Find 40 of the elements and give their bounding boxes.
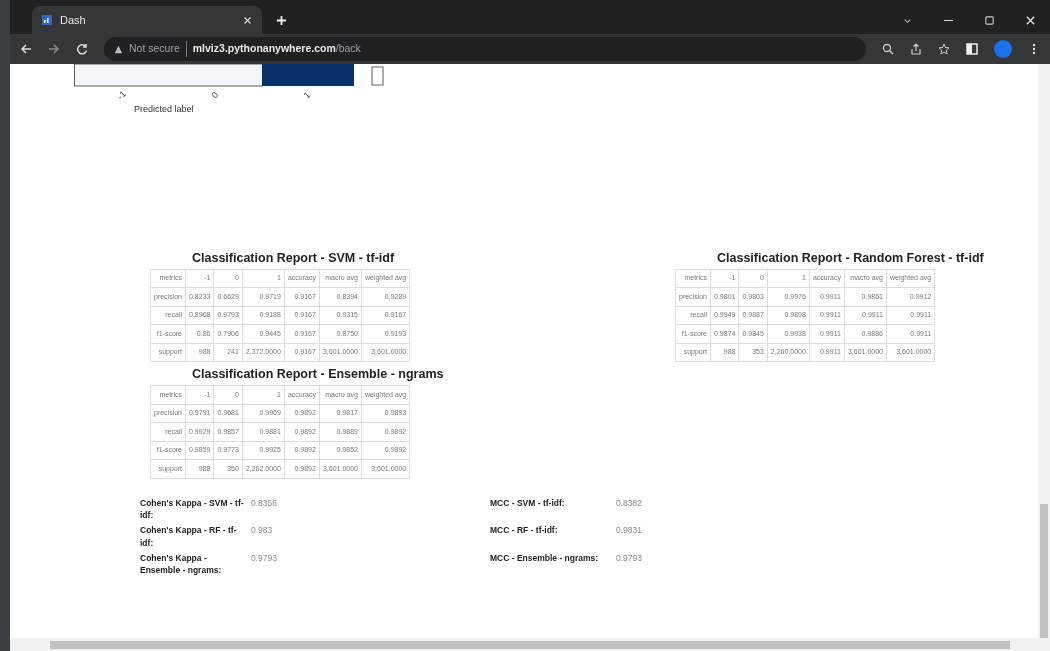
metric-value: 0.8356 — [250, 496, 278, 510]
horizontal-scrollbar[interactable] — [10, 638, 1050, 651]
metric-value: 0.9793 — [250, 551, 278, 565]
address-bar[interactable]: Not secure mlviz3.pythonanywhere.com/back — [104, 37, 866, 61]
sidebar-icon[interactable] — [966, 43, 978, 55]
browser-tab[interactable]: Dash — [32, 6, 262, 34]
tab-title: Dash — [60, 12, 86, 28]
back-icon[interactable] — [20, 43, 32, 55]
tick-label: 1 — [301, 89, 314, 103]
tick-label: -1 — [114, 88, 129, 104]
metric-value: 0.9793 — [615, 551, 643, 565]
chart-icon — [42, 15, 52, 25]
search-icon[interactable] — [882, 43, 894, 55]
close-icon[interactable] — [1025, 15, 1036, 26]
metric-label: Cohen's Kappa - RF - tf-idf: — [140, 524, 238, 550]
metric-label: Cohen's Kappa - Ensemble - ngrams: — [140, 551, 223, 577]
metric-value: 0.8382 — [615, 496, 643, 510]
security-label: Not secure — [129, 41, 187, 57]
metric-label: MCC - RF - tf-idf: — [490, 524, 559, 537]
report-title: Classification Report - Random Forest - tf-idf — [717, 250, 984, 267]
new-tab-icon[interactable] — [276, 15, 287, 26]
metric-label: MCC - SVM - tf-idf: — [490, 496, 566, 510]
forward-icon[interactable] — [48, 43, 60, 55]
axis-label: Predicted label — [134, 102, 195, 116]
star-icon[interactable] — [938, 43, 950, 55]
reload-icon[interactable] — [76, 43, 88, 55]
report-title: Classification Report - Ensemble - ngrams — [192, 366, 445, 384]
vertical-scrollbar[interactable] — [1038, 64, 1050, 638]
profile-avatar[interactable] — [994, 40, 1012, 58]
tick-label: 0 — [208, 89, 222, 103]
warning-icon — [114, 44, 123, 54]
close-icon[interactable] — [243, 15, 252, 25]
metric-label: Cohen's Kappa - SVM - tf-idf: — [140, 496, 245, 522]
report-title: Classification Report - SVM - tf-idf — [192, 250, 396, 267]
url-text: mlviz3.pythonanywhere.com/back — [192, 41, 361, 57]
maximize-icon[interactable] — [984, 15, 995, 26]
metric-label: MCC - Ensemble - ngrams: — [490, 551, 600, 565]
metric-value: 0.983 — [250, 524, 274, 537]
share-icon[interactable] — [910, 43, 922, 55]
metric-value: 0.9831 — [615, 524, 643, 537]
